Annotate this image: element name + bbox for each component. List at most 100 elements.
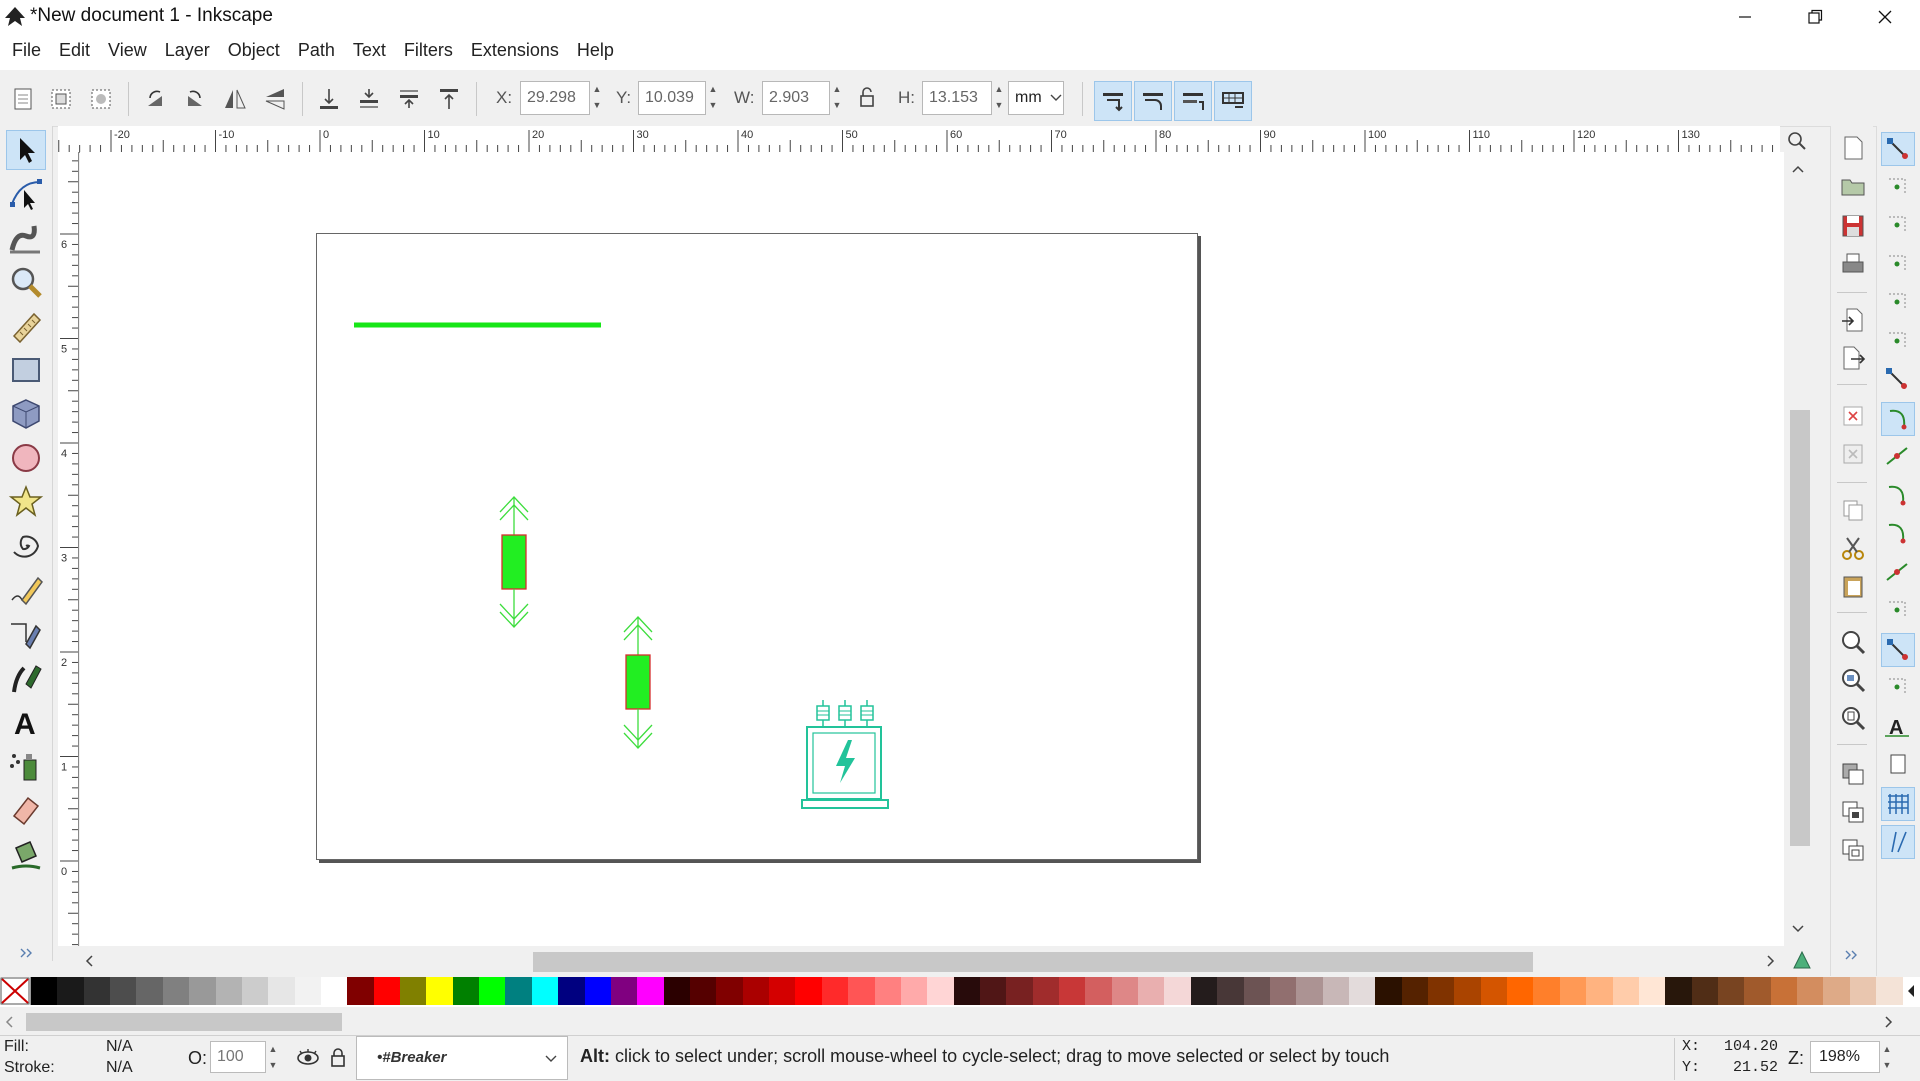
- color-swatch[interactable]: [373, 977, 401, 1005]
- color-swatch[interactable]: [1401, 977, 1429, 1005]
- snap-page-border-toggle[interactable]: [1881, 748, 1915, 782]
- color-swatch[interactable]: [1111, 977, 1139, 1005]
- vertical-scrollbar[interactable]: [1784, 152, 1812, 942]
- duplicate-icon[interactable]: [1839, 760, 1867, 788]
- color-swatch[interactable]: [821, 977, 849, 1005]
- snap-guide-toggle[interactable]: [1881, 825, 1915, 859]
- color-swatch[interactable]: [1718, 977, 1745, 1005]
- vertical-scroll-thumb[interactable]: [1790, 410, 1810, 846]
- snap-bbox-corner-toggle[interactable]: [1881, 248, 1915, 282]
- color-swatch[interactable]: [400, 977, 427, 1005]
- color-swatch[interactable]: [610, 977, 638, 1005]
- import-icon[interactable]: [1839, 306, 1867, 334]
- zoom-selection-icon[interactable]: [1839, 628, 1867, 656]
- opacity-spinner[interactable]: ▲ ▼: [266, 1041, 280, 1073]
- color-swatch[interactable]: [900, 977, 928, 1005]
- color-swatch[interactable]: [241, 977, 269, 1005]
- palette-scroll-left-icon[interactable]: [4, 1015, 14, 1029]
- color-swatch[interactable]: [1428, 977, 1455, 1005]
- color-swatch[interactable]: [531, 977, 559, 1005]
- color-swatch[interactable]: [1507, 977, 1534, 1005]
- color-swatch[interactable]: [1322, 977, 1349, 1005]
- color-swatch[interactable]: [1138, 977, 1165, 1005]
- color-swatch[interactable]: [1849, 977, 1877, 1005]
- snap-center-toggle[interactable]: [1881, 632, 1915, 667]
- color-swatch[interactable]: [1480, 977, 1508, 1005]
- color-swatch[interactable]: [1164, 977, 1191, 1005]
- expand-toolbox-icon[interactable]: [18, 946, 36, 960]
- color-swatch[interactable]: [1454, 977, 1481, 1005]
- color-swatch[interactable]: [505, 977, 532, 1005]
- color-swatch[interactable]: [1269, 977, 1297, 1005]
- save-icon[interactable]: [1839, 212, 1867, 240]
- color-swatch[interactable]: [294, 977, 321, 1005]
- color-swatch[interactable]: [347, 977, 374, 1005]
- color-swatch[interactable]: [716, 977, 743, 1005]
- color-swatch[interactable]: [83, 977, 111, 1005]
- layer-lock-icon[interactable]: [328, 1046, 348, 1068]
- snap-line-midpoint-toggle[interactable]: [1881, 556, 1915, 590]
- snap-path-toggle[interactable]: [1881, 401, 1915, 436]
- color-swatch[interactable]: [1744, 977, 1771, 1005]
- color-swatch[interactable]: [927, 977, 954, 1005]
- color-swatch[interactable]: [795, 977, 822, 1005]
- snap-nodes-toggle[interactable]: [1881, 363, 1915, 397]
- zoom-corner-icon[interactable]: [1786, 130, 1808, 152]
- palette-menu-icon[interactable]: [1902, 977, 1920, 1005]
- transformer-symbol[interactable]: [801, 700, 889, 809]
- color-swatch[interactable]: [584, 977, 611, 1005]
- color-swatch[interactable]: [1348, 977, 1376, 1005]
- color-swatch[interactable]: [136, 977, 163, 1005]
- scroll-up-icon[interactable]: [1791, 164, 1805, 174]
- restore-button[interactable]: [1780, 0, 1850, 34]
- color-swatch[interactable]: [979, 977, 1007, 1005]
- color-swatch[interactable]: [1665, 977, 1692, 1005]
- color-swatch[interactable]: [452, 977, 480, 1005]
- export-icon[interactable]: [1839, 344, 1867, 372]
- color-swatch[interactable]: [1612, 977, 1639, 1005]
- color-swatch[interactable]: [1586, 977, 1613, 1005]
- snap-smooth-toggle[interactable]: [1881, 517, 1915, 551]
- zoom-drawing-icon[interactable]: [1839, 666, 1867, 694]
- color-swatch[interactable]: [1876, 977, 1903, 1005]
- color-swatch[interactable]: [162, 977, 190, 1005]
- palette-scroll-thumb[interactable]: [26, 1013, 342, 1031]
- color-swatch[interactable]: [320, 977, 348, 1005]
- unlink-clone-icon[interactable]: [1839, 836, 1867, 864]
- close-button[interactable]: [1850, 0, 1920, 34]
- new-document-icon[interactable]: [1839, 134, 1867, 162]
- cut-icon[interactable]: [1839, 534, 1867, 562]
- color-swatch[interactable]: [479, 977, 506, 1005]
- color-swatch[interactable]: [215, 977, 242, 1005]
- no-paint-icon[interactable]: [0, 977, 31, 1005]
- color-swatch[interactable]: [1823, 977, 1850, 1005]
- color-swatch[interactable]: [57, 977, 84, 1005]
- snap-bbox-edge-toggle[interactable]: [1881, 209, 1915, 243]
- color-swatch[interactable]: [1638, 977, 1666, 1005]
- color-swatch[interactable]: [1296, 977, 1323, 1005]
- horizontal-scroll-thumb[interactable]: [533, 952, 1533, 972]
- color-swatch[interactable]: [558, 977, 585, 1005]
- breaker-symbol-1[interactable]: [499, 496, 529, 628]
- color-swatch[interactable]: [110, 977, 137, 1005]
- color-swatch[interactable]: [1085, 977, 1112, 1005]
- color-managed-view-icon[interactable]: [1792, 950, 1814, 970]
- open-icon[interactable]: [1839, 172, 1867, 200]
- clone-icon[interactable]: [1839, 798, 1867, 826]
- snap-others-toggle[interactable]: [1881, 594, 1915, 628]
- snap-toggle-toggle[interactable]: [1881, 132, 1915, 166]
- redo-icon[interactable]: [1839, 440, 1867, 468]
- color-swatch[interactable]: [1217, 977, 1244, 1005]
- zoom-input[interactable]: 198%: [1810, 1041, 1880, 1073]
- color-swatch[interactable]: [1032, 977, 1060, 1005]
- color-swatch[interactable]: [637, 977, 664, 1005]
- snap-grid-toggle[interactable]: [1881, 786, 1915, 821]
- color-swatch[interactable]: [31, 977, 58, 1005]
- snap-bbox-midpoint-toggle[interactable]: [1881, 286, 1915, 320]
- color-swatch[interactable]: [189, 977, 216, 1005]
- color-swatch[interactable]: [874, 977, 901, 1005]
- color-swatch[interactable]: [1190, 977, 1218, 1005]
- snap-cusp-toggle[interactable]: [1881, 479, 1915, 513]
- color-swatch[interactable]: [1770, 977, 1798, 1005]
- opacity-input[interactable]: 100: [210, 1041, 266, 1073]
